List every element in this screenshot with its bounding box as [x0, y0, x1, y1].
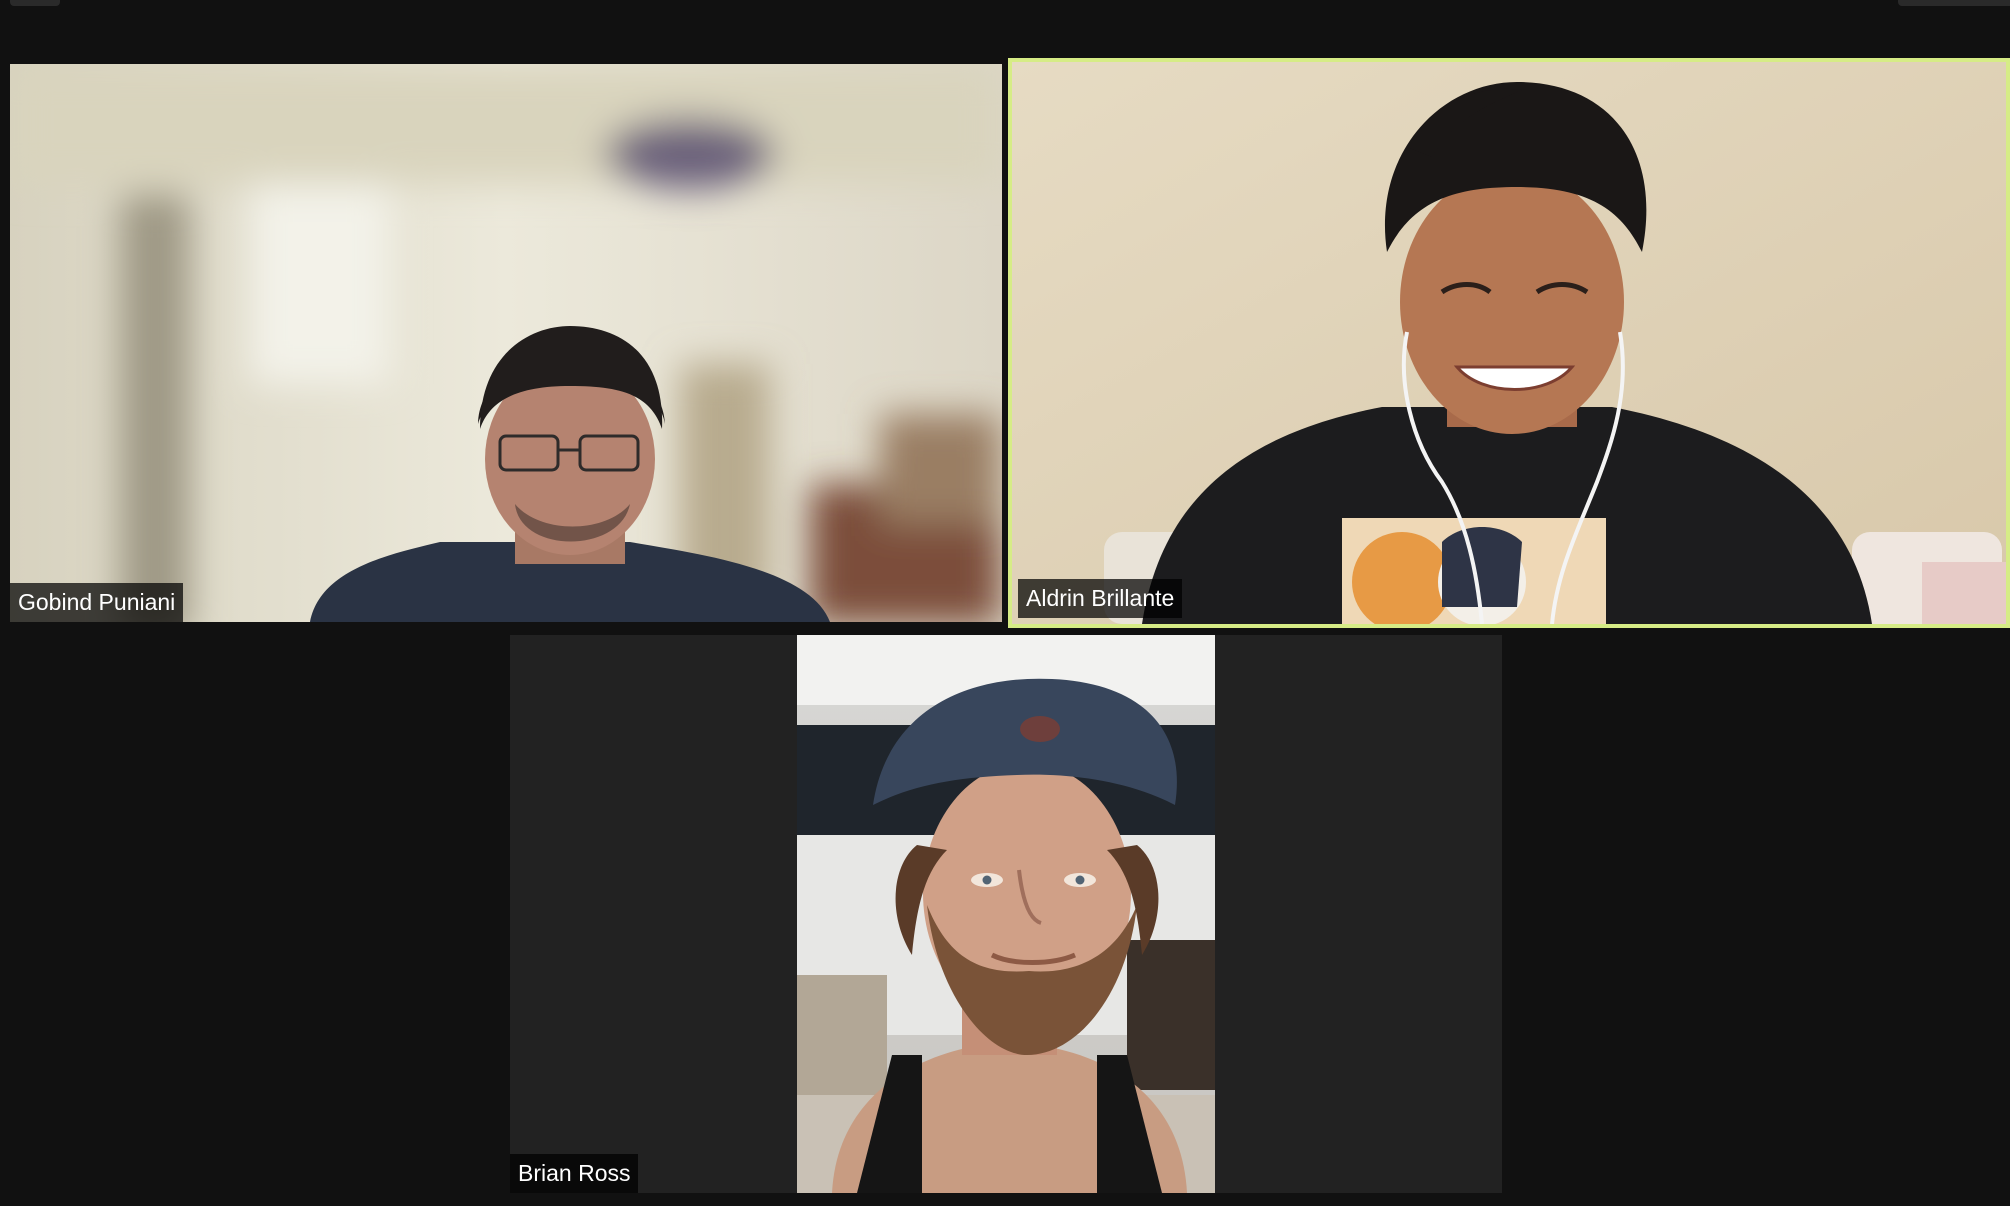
participant-video: [797, 635, 1215, 1193]
top-right-control[interactable]: [1898, 0, 2010, 6]
participant-tile-brian[interactable]: Brian Ross: [510, 635, 1502, 1193]
top-bar: [0, 0, 2010, 56]
participant-name-label: Gobind Puniani: [10, 583, 184, 622]
participant-tile-gobind[interactable]: Gobind Puniani: [10, 64, 1002, 622]
video-frame-brian: [797, 635, 1215, 1193]
participant-name-label: Aldrin Brillante: [1018, 579, 1183, 618]
top-left-control[interactable]: [10, 0, 60, 6]
participant-video: [10, 64, 1002, 622]
video-frame-gobind: [10, 64, 1002, 622]
participant-name-label: Brian Ross: [510, 1154, 639, 1193]
participant-video: [1012, 62, 2006, 624]
participant-tile-aldrin[interactable]: Aldrin Brillante: [1008, 58, 2010, 628]
video-frame-aldrin: [1012, 62, 2006, 624]
